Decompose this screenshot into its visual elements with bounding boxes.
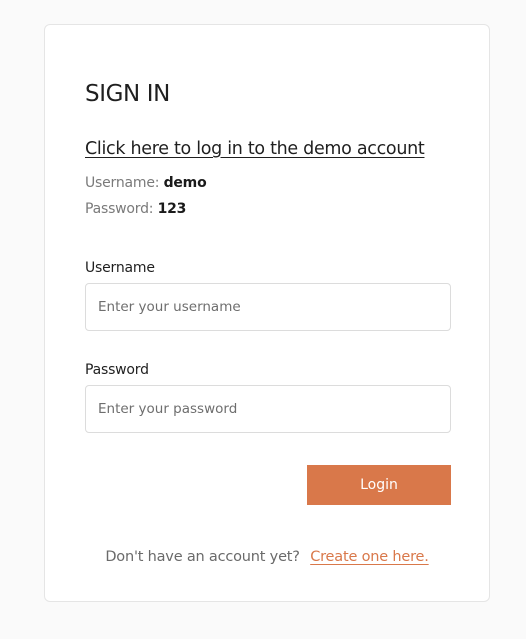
page-title: SIGN IN	[85, 81, 170, 107]
demo-password-value: 123	[157, 201, 187, 217]
signup-prompt-text: Don't have an account yet?	[105, 549, 300, 565]
password-input[interactable]	[85, 385, 451, 433]
demo-username-value: demo	[163, 175, 207, 191]
signup-prompt: Don't have an account yet? Create one he…	[45, 549, 489, 565]
demo-password-label: Password:	[85, 201, 154, 217]
demo-password-line: Password: 123	[85, 201, 186, 217]
demo-username-label: Username:	[85, 175, 160, 191]
password-label: Password	[85, 362, 149, 378]
signin-card: SIGN IN Click here to log in to the demo…	[44, 24, 490, 602]
username-input[interactable]	[85, 283, 451, 331]
demo-login-link[interactable]: Click here to log in to the demo account	[85, 139, 425, 159]
create-account-link[interactable]: Create one here.	[310, 549, 429, 565]
username-label: Username	[85, 260, 155, 276]
login-button[interactable]: Login	[307, 465, 451, 505]
demo-username-line: Username: demo	[85, 175, 207, 191]
